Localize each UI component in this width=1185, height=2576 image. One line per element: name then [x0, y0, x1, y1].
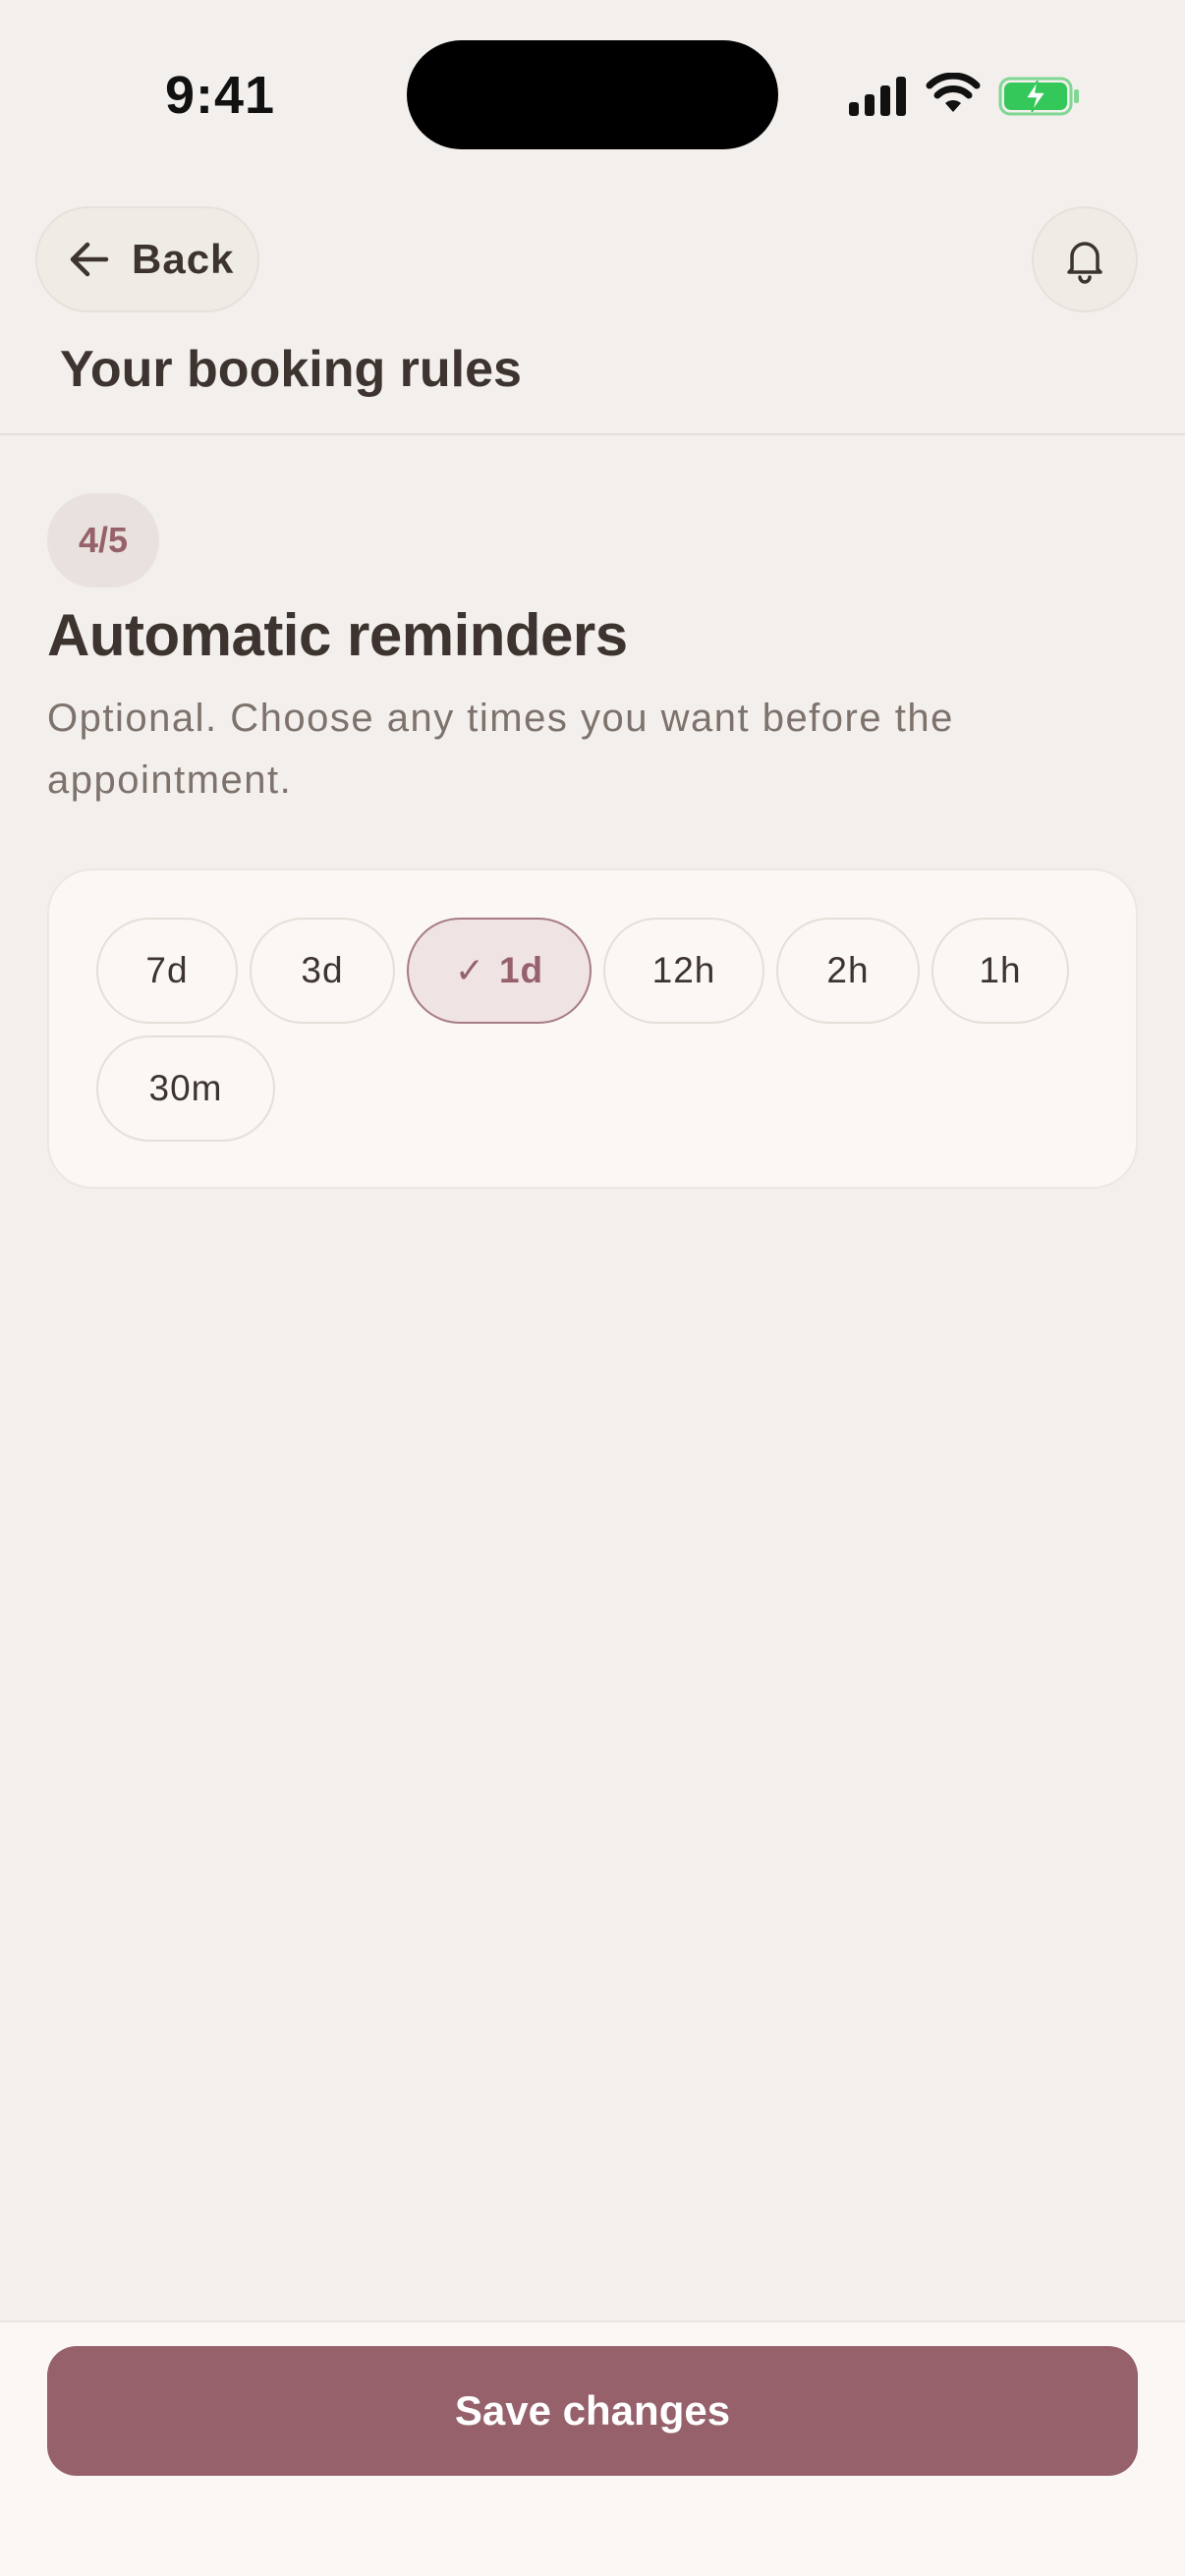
header-divider	[0, 433, 1185, 435]
arrow-left-icon	[70, 242, 109, 277]
dynamic-island	[407, 40, 778, 149]
reminder-chip-2h[interactable]: 2h	[776, 918, 920, 1024]
section-title: Automatic reminders	[47, 602, 628, 668]
save-changes-button[interactable]: Save changes	[47, 2346, 1138, 2476]
cellular-signal-icon	[849, 77, 906, 116]
chip-label: 1h	[979, 950, 1022, 990]
status-time: 9:41	[165, 66, 276, 125]
step-badge: 4/5	[47, 493, 159, 588]
chip-label: 3d	[301, 950, 344, 990]
section-description: Optional. Choose any times you want befo…	[47, 697, 954, 802]
status-bar: 9:41	[0, 0, 1185, 187]
reminder-chip-7d[interactable]: 7d	[96, 918, 238, 1024]
chip-label: 7d	[145, 950, 189, 990]
back-label: Back	[132, 236, 235, 282]
chip-label: 30m	[148, 1068, 223, 1108]
page-title: Your booking rules	[60, 341, 522, 398]
battery-charging-icon	[998, 77, 1079, 116]
notifications-button[interactable]	[1032, 206, 1138, 312]
reminder-chip-1h[interactable]: 1h	[931, 918, 1069, 1024]
reminder-chip-30m[interactable]: 30m	[96, 1036, 275, 1142]
back-button[interactable]: Back	[35, 206, 259, 312]
reminder-chip-3d[interactable]: 3d	[250, 918, 395, 1024]
reminder-chip-12h[interactable]: 12h	[603, 918, 764, 1024]
chip-label: 1d	[498, 950, 544, 990]
wifi-icon	[926, 73, 981, 112]
reminder-chip-1d[interactable]: ✓ 1d	[407, 918, 592, 1024]
reminder-options-card: 7d 3d ✓ 1d 12h 2h 1h 30m	[47, 868, 1138, 1189]
save-button-label: Save changes	[454, 2387, 731, 2434]
bell-icon	[1067, 242, 1102, 284]
chip-label: 2h	[826, 950, 870, 990]
check-icon: ✓	[454, 950, 485, 990]
app-screen: 9:41 Back Your booking rules 4/5 Automat…	[0, 0, 1185, 2576]
chip-label: 12h	[651, 950, 716, 990]
